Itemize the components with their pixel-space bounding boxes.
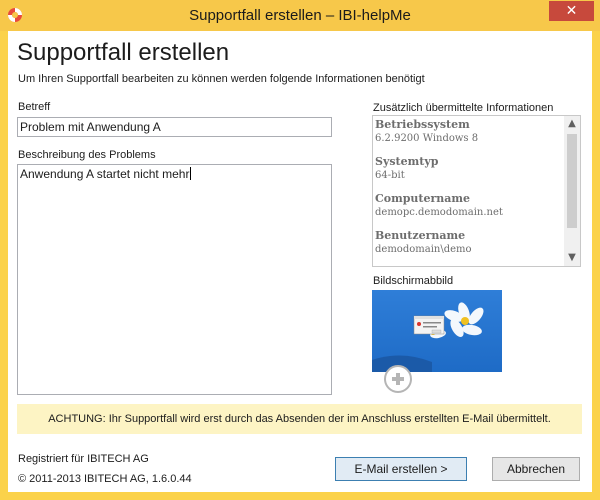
info-item-computer-name: Computername demopc.demodomain.net — [375, 192, 565, 220]
warning-banner: ACHTUNG: Ihr Supportfall wird erst durch… — [17, 404, 582, 434]
add-screenshot-button[interactable] — [384, 365, 412, 393]
scroll-down-icon[interactable]: ▼ — [564, 250, 580, 266]
cancel-button[interactable]: Abbrechen — [492, 457, 580, 481]
info-value: demodomain\demo — [375, 244, 472, 255]
scroll-up-icon[interactable]: ▲ — [564, 116, 580, 132]
info-item-system-type: Systemtyp 64-bit — [375, 155, 565, 183]
screenshot-thumbnail[interactable] — [372, 290, 502, 372]
info-key: Betriebssystem — [375, 118, 470, 131]
create-email-button[interactable]: E-Mail erstellen > — [335, 457, 467, 481]
page-title: Supportfall erstellen — [17, 39, 230, 66]
scroll-thumb[interactable] — [567, 134, 577, 228]
subject-label: Betreff — [18, 101, 51, 113]
info-value: demopc.demodomain.net — [375, 207, 503, 218]
description-label: Beschreibung des Problems — [18, 149, 156, 161]
subject-value: Problem mit Anwendung A — [20, 120, 161, 134]
app-window: Supportfall erstellen – IBI-helpMe ✕ Sup… — [0, 0, 600, 500]
description-textarea[interactable]: Anwendung A startet nicht mehr — [17, 164, 332, 395]
screenshot-label: Bildschirmabbild — [373, 275, 454, 287]
registered-text: Registriert für IBITECH AG — [18, 453, 149, 465]
info-item-os: Betriebssystem 6.2.9200 Windows 8 — [375, 118, 565, 146]
window-title: Supportfall erstellen – IBI-helpMe — [189, 7, 411, 24]
additional-info-list[interactable]: Betriebssystem 6.2.9200 Windows 8 System… — [372, 115, 581, 267]
title-bar[interactable]: Supportfall erstellen – IBI-helpMe ✕ — [0, 0, 600, 31]
info-key: Computername — [375, 192, 471, 205]
description-value: Anwendung A startet nicht mehr — [20, 167, 190, 181]
info-label: Zusätzlich übermittelte Informationen — [373, 102, 554, 114]
page-subtitle: Um Ihren Supportfall bearbeiten zu könne… — [18, 73, 425, 85]
info-scrollbar[interactable]: ▲ ▼ — [564, 116, 580, 266]
copyright-text: © 2011-2013 IBITECH AG, 1.6.0.44 — [18, 473, 192, 485]
info-value: 6.2.9200 Windows 8 — [375, 133, 479, 144]
dialog-body: Supportfall erstellen Um Ihren Supportfa… — [8, 31, 592, 492]
subject-input[interactable]: Problem mit Anwendung A — [17, 117, 332, 137]
info-key: Benutzername — [375, 229, 466, 242]
info-key: Systemtyp — [375, 155, 439, 168]
close-button[interactable]: ✕ — [549, 1, 594, 21]
info-item-username: Benutzername demodomain\demo — [375, 229, 565, 257]
info-value: 64-bit — [375, 170, 405, 181]
plus-circle-icon-stem — [396, 373, 400, 385]
text-caret — [190, 167, 192, 180]
